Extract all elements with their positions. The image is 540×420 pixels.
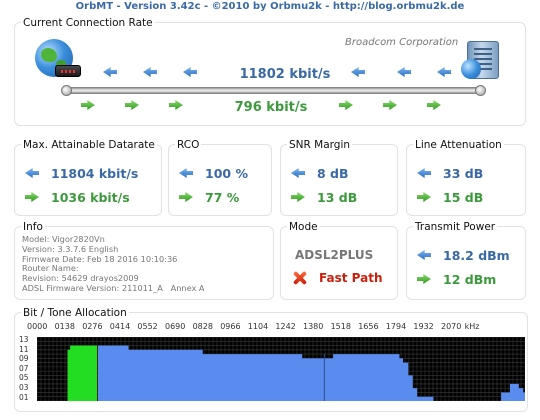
info-title: Info [21, 221, 45, 233]
transmit-power-title: Transmit Power [413, 221, 498, 233]
tone-axis: 0000 0138 0276 0414 0552 0690 0828 0966 1104 1242… [27, 322, 527, 332]
download-arrow-icon [25, 168, 39, 178]
tone-tick-label: 1656 [358, 322, 379, 331]
bit-tick-label: 09 [19, 354, 29, 364]
info-lines: Model: Vigor2820Vn Version: 3.3.7.6 Engl… [22, 234, 205, 294]
snr-margin-title: SNR Margin [287, 139, 353, 151]
snr-down: 8 dB [317, 165, 349, 181]
max-attainable-title: Max. Attainable Datarate [21, 139, 157, 151]
max-rate-down: 11804 kbit/s [51, 165, 139, 181]
mode-title: Mode [287, 221, 320, 233]
line-attenuation-panel: Line Attenuation 33 dB 15 dB [406, 139, 526, 216]
download-arrow-icon [417, 250, 431, 260]
tone-tick-label: 0690 [165, 322, 186, 331]
bit-tick-label: 01 [19, 392, 29, 402]
download-arrow-icon [417, 168, 431, 178]
bit-tick-label: 05 [19, 373, 29, 383]
bit-allocation-title: Bit / Tone Allocation [21, 307, 129, 319]
upload-arrow-icon [427, 100, 441, 110]
download-arrow-icon [143, 67, 157, 77]
upload-arrow-icon [383, 100, 397, 110]
tone-tick-label: 2070 [441, 322, 462, 331]
cable-end-left-icon [61, 85, 72, 96]
snr-margin-panel: SNR Margin 8 dB 13 dB [280, 139, 398, 216]
download-arrow-icon [179, 168, 193, 178]
bit-tick-label: 13 [19, 335, 29, 344]
tone-tick-label: 0414 [109, 322, 131, 331]
tone-tick-label: 1242 [275, 322, 296, 331]
download-arrow-icon [183, 67, 197, 77]
tone-tick-label: 0828 [192, 322, 213, 331]
power-up: 12 dBm [443, 271, 497, 287]
info-line: ADSL Firmware Version: 211011_A Annex A [22, 282, 205, 293]
connection-rate-panel: Current Connection Rate Broadcom Corpora… [14, 17, 526, 126]
upload-arrow-icon [25, 192, 39, 202]
download-arrow-icon [103, 67, 117, 77]
line-attenuation-title: Line Attenuation [413, 139, 504, 151]
tone-tick-label: 1794 [385, 322, 407, 331]
info-panel: Info Model: Vigor2820Vn Version: 3.3.7.6… [14, 221, 274, 300]
modem-icon [55, 65, 81, 77]
power-down: 18.2 dBm [443, 247, 510, 263]
transmit-power-panel: Transmit Power 18.2 dBm 12 dBm [406, 221, 526, 300]
download-arrow-icon [437, 67, 451, 77]
tone-tick-label: 1518 [330, 322, 351, 331]
rco-down: 100 % [205, 165, 248, 181]
connection-rate-title: Current Connection Rate [21, 17, 155, 29]
rco-title: RCO [175, 139, 202, 151]
fast-path-status: Fast Path [293, 271, 383, 285]
bit-allocation-panel: Bit / Tone Allocation 0000 0138 0276 0414 05… [14, 307, 528, 412]
snr-up: 13 dB [317, 189, 358, 205]
bit-tick-label: 07 [19, 363, 29, 373]
tone-tick-label: 1380 [303, 322, 324, 331]
upload-arrow-icon [125, 100, 139, 110]
rco-up: 77 % [205, 189, 240, 205]
mode-value: ADSL2PLUS [295, 248, 374, 262]
tone-tick-label: 1932 [413, 322, 434, 331]
upload-arrow-icon [417, 192, 431, 202]
upstream-rate: 796 kbit/s [234, 100, 308, 115]
attenuation-down: 33 dB [443, 165, 484, 181]
cable-end-right-icon [475, 85, 486, 96]
upload-arrow-icon [417, 274, 431, 284]
tone-tick-label: 0552 [137, 322, 158, 331]
chipset-label: Broadcom Corporation [345, 37, 459, 48]
upload-arrow-icon [179, 192, 193, 202]
upload-arrow-icon [169, 100, 183, 110]
bit-tick-label: 11 [19, 344, 29, 354]
cross-icon [293, 271, 307, 285]
upload-arrow-icon [339, 100, 353, 110]
upload-arrow-icon [291, 192, 305, 202]
tone-tick-label: 0276 [82, 322, 103, 331]
bit-allocation-chart [37, 337, 525, 401]
mode-panel: Mode ADSL2PLUS Fast Path [280, 221, 398, 300]
download-arrow-icon [397, 67, 411, 77]
download-arrow-icon [291, 168, 305, 178]
max-rate-up: 1036 kbit/s [51, 189, 130, 205]
line-cable [67, 87, 479, 94]
upstream-bit-area [67, 345, 98, 401]
attenuation-up: 15 dB [443, 189, 484, 205]
downstream-rate: 11802 kbit/s [239, 67, 331, 82]
tone-tick-label: 0966 [220, 322, 241, 331]
tone-unit-label: kHz [464, 322, 480, 331]
server-globe-icon [461, 59, 481, 79]
upload-arrow-icon [81, 100, 95, 110]
tone-tick-label: 0138 [54, 322, 75, 331]
fast-path-label: Fast Path [319, 271, 383, 285]
tone-tick-label: 0000 [27, 322, 48, 331]
max-attainable-panel: Max. Attainable Datarate 11804 kbit/s 10… [14, 139, 162, 216]
window-title: OrbMT - Version 3.42c - ©2010 by Orbmu2k… [75, 1, 465, 12]
tone-tick-label: 1104 [247, 322, 269, 331]
bit-tick-label: 03 [19, 383, 29, 392]
rco-panel: RCO 100 % 77 % [168, 139, 272, 216]
